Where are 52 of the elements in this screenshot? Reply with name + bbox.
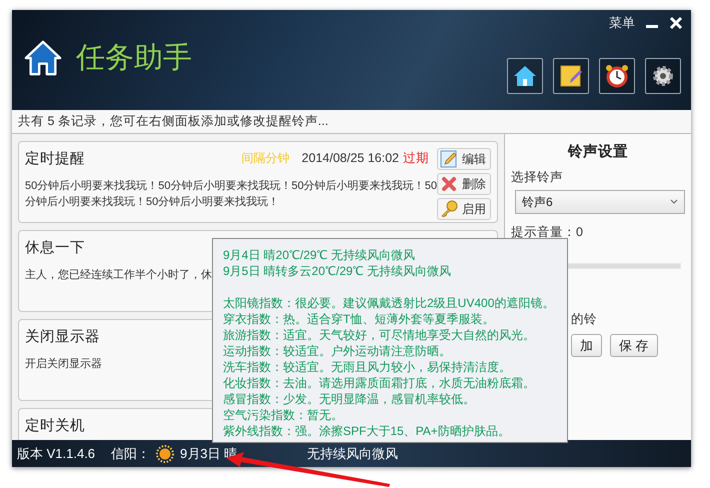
ringtone-select[interactable]: 铃声6 [515, 190, 685, 214]
reminder-datetime: 2014/08/25 16:02 [302, 151, 399, 165]
house-icon [512, 63, 538, 89]
enable-button[interactable]: 启用 [437, 198, 491, 220]
panel-button[interactable]: 加 [571, 334, 602, 357]
reminder-text: 主人，您已经连续工作半个小时了，休 [25, 268, 212, 283]
notepad-pencil-icon [558, 63, 584, 89]
delete-button[interactable]: 删除 [437, 173, 491, 195]
key-icon [440, 200, 458, 218]
weather-index-line: 紫外线指数：强。涂擦SPF大于15、PA+防晒护肤品。 [223, 423, 511, 439]
weather-index-line: 感冒指数：少发。无明显降温，感冒机率较低。 [223, 391, 476, 407]
menu-button[interactable]: 菜单 [609, 14, 635, 32]
weather-index-line: 运动指数：较适宜。户外运动请注意防晒。 [223, 343, 452, 359]
edit-button[interactable]: 编辑 [437, 148, 491, 170]
weather-index-line: 空气污染指数：暂无。 [223, 407, 344, 423]
settings-button[interactable] [645, 58, 681, 94]
option-label: 的铃 [570, 311, 598, 328]
reminder-type: 间隔分钟 [242, 150, 290, 166]
version-text: 版本 V1.1.4.6 [17, 444, 96, 462]
reminder-text: 50分钟后小明要来找我玩！50分钟后小明要来找我玩！50分钟后小明要来找我玩！50分钟后小明要来找我玩！50分钟后小明要来找我玩！ [25, 179, 437, 210]
weather-text[interactable]: 无持续风向微风 [307, 444, 398, 462]
alarm-clock-icon [604, 63, 630, 89]
pencil-icon [440, 150, 458, 168]
reminder-title: 定时关机 [25, 416, 85, 434]
forecast-line: 9月5日 晴转多云20℃/29℃ 无持续风向微风 [223, 263, 452, 279]
weather-index-line: 太阳镜指数：很必要。建议佩戴透射比2级且UV400的遮阳镜。 [223, 295, 556, 311]
weather-index-line: 化妆指数：去油。请选用露质面霜打底，水质无油粉底霜。 [223, 375, 536, 391]
sun-icon [156, 444, 174, 462]
ringtone-label: 选择铃声 [511, 169, 564, 186]
reminder-title: 关闭显示器 [25, 328, 100, 346]
weather-index-line: 穿衣指数：热。适合穿T恤、短薄外套等夏季服装。 [223, 311, 496, 327]
forecast-line: 9月4日 晴20℃/29℃ 无持续风向微风 [223, 247, 416, 263]
weather-index-line: 旅游指数：适宜。天气较好，可尽情地享受大自然的风光。 [223, 327, 536, 343]
panel-title: 铃声设置 [566, 142, 629, 161]
alarm-clock-button[interactable] [599, 58, 635, 94]
record-count-text: 共有 5 条记录，您可在右侧面板添加或修改提醒铃声... [12, 110, 691, 134]
reminder-title: 休息一下 [25, 238, 85, 256]
weather-index-line: 洗车指数：较适宜。无雨且风力较小，易保持清洁度。 [223, 359, 512, 375]
settings-icon [650, 63, 676, 89]
reminder-title: 定时提醒 [25, 150, 85, 168]
expired-label: 过期 [403, 150, 429, 166]
city-label: 信阳： [111, 444, 150, 462]
panel-button[interactable]: 保 存 [610, 334, 658, 357]
close-icon[interactable] [669, 16, 683, 30]
caret-icon [670, 199, 678, 205]
house-logo-icon [24, 39, 62, 77]
home-button[interactable] [507, 58, 543, 94]
reminder-text: 开启关闭显示器 [25, 356, 102, 372]
volume-label: 提示音量：0 [511, 224, 584, 241]
cross-icon [440, 175, 458, 193]
note-button[interactable] [553, 58, 589, 94]
app-title: 任务助手 [76, 41, 192, 76]
